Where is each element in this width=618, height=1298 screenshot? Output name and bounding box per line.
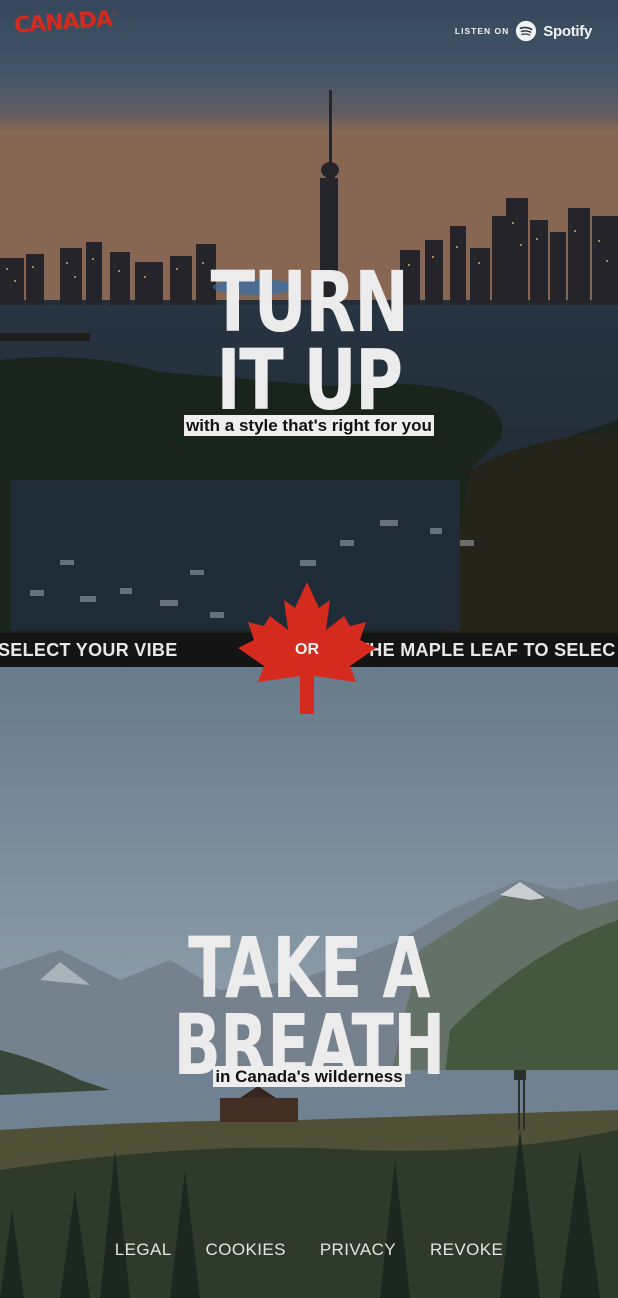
wilderness-scene[interactable]: TAKE A BREATH in Canada's wilderness bbox=[0, 650, 618, 1298]
spotify-icon bbox=[516, 20, 537, 42]
city-scene[interactable]: CANADA™ LISTEN ON Spotify TURN IT UP wit… bbox=[0, 0, 618, 650]
subtitle-top-text: with a style that's right for you bbox=[184, 415, 434, 436]
footer-link-legal[interactable]: LEGAL bbox=[115, 1240, 172, 1260]
subtitle-top: with a style that's right for you bbox=[0, 415, 618, 436]
footer-link-cookies[interactable]: COOKIES bbox=[206, 1240, 286, 1260]
footer-nav: LEGAL COOKIES PRIVACY REVOKE bbox=[0, 1240, 618, 1260]
headline-line-2: IT UP bbox=[216, 330, 403, 429]
marquee-text-right: THE MAPLE LEAF TO SELEC bbox=[358, 640, 616, 660]
subtitle-bottom-text: in Canada's wilderness bbox=[213, 1066, 405, 1087]
maple-leaf-toggle-button[interactable]: OR bbox=[234, 578, 380, 716]
marquee-text-left: SELECT YOUR VIBE bbox=[0, 640, 178, 660]
headline-take-a-breath: TAKE A BREATH bbox=[80, 926, 537, 1088]
or-label: OR bbox=[295, 641, 319, 658]
listen-on-spotify-link[interactable]: LISTEN ON Spotify bbox=[455, 20, 592, 42]
headline-turn-it-up: TURN IT UP bbox=[68, 260, 550, 429]
footer-link-revoke[interactable]: REVOKE bbox=[430, 1240, 503, 1260]
subtitle-bottom: in Canada's wilderness bbox=[0, 1066, 618, 1087]
spotify-wordmark: Spotify bbox=[543, 22, 592, 40]
listen-on-label: LISTEN ON bbox=[454, 26, 510, 36]
footer-link-privacy[interactable]: PRIVACY bbox=[320, 1240, 396, 1260]
